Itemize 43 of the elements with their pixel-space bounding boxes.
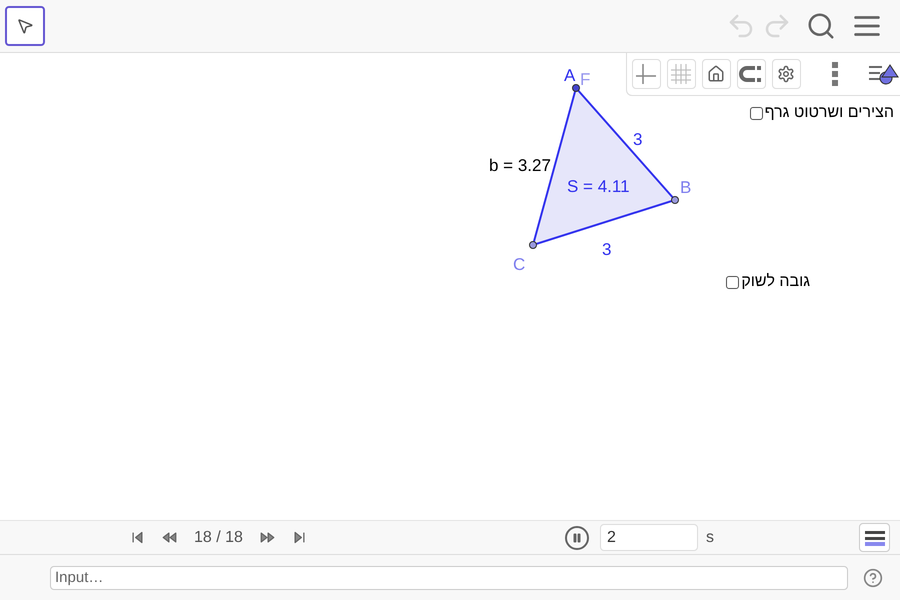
move-tool-button[interactable] xyxy=(5,6,45,46)
speed-field[interactable]: 2 xyxy=(600,524,698,551)
home-icon xyxy=(707,65,726,83)
pause-icon xyxy=(570,532,583,544)
checkbox[interactable] xyxy=(750,106,763,120)
point-label: F xyxy=(580,70,590,89)
vertical-dots-icon xyxy=(832,62,838,86)
point-label: A xyxy=(564,66,576,85)
axes-button[interactable] xyxy=(632,59,661,89)
step-counter: 18 / 18 xyxy=(193,528,244,548)
fast-forward-icon xyxy=(260,530,276,545)
length-label: b = 3.27 xyxy=(489,156,551,175)
input-field[interactable]: Input… xyxy=(50,566,848,590)
speed-unit: s xyxy=(706,528,714,548)
search-icon xyxy=(806,11,836,41)
shapes-icon xyxy=(868,63,900,85)
algebra-table-icon xyxy=(864,528,886,546)
point xyxy=(671,196,679,204)
point-label: C xyxy=(513,255,526,274)
checkbox[interactable] xyxy=(726,276,740,288)
point-label: B xyxy=(680,178,692,197)
point xyxy=(572,84,580,92)
point xyxy=(529,241,537,249)
checkbox-label: הצירים ושרטוט גרף xyxy=(764,103,894,123)
settings-button[interactable] xyxy=(772,59,801,89)
help-button[interactable] xyxy=(862,566,884,588)
help-icon xyxy=(863,568,883,588)
play-pause-button[interactable] xyxy=(564,526,589,550)
grid-icon xyxy=(670,63,692,85)
side-length-label: 3 xyxy=(633,130,642,149)
magnet-icon xyxy=(739,65,764,83)
pointer-icon xyxy=(16,17,34,35)
rewind-icon xyxy=(162,530,176,545)
checkbox-label: גובה לשוק xyxy=(741,272,810,292)
skip-back-icon xyxy=(130,530,144,545)
snap-button[interactable] xyxy=(736,59,766,89)
axes-icon xyxy=(635,63,658,85)
side-length-label: 3 xyxy=(602,240,612,259)
skip-forward-icon xyxy=(292,530,308,545)
area-label: S = 4.11 xyxy=(567,177,630,196)
settings-icon xyxy=(777,65,796,83)
home-button[interactable] xyxy=(702,59,731,89)
algebra-view-button[interactable] xyxy=(859,523,890,552)
